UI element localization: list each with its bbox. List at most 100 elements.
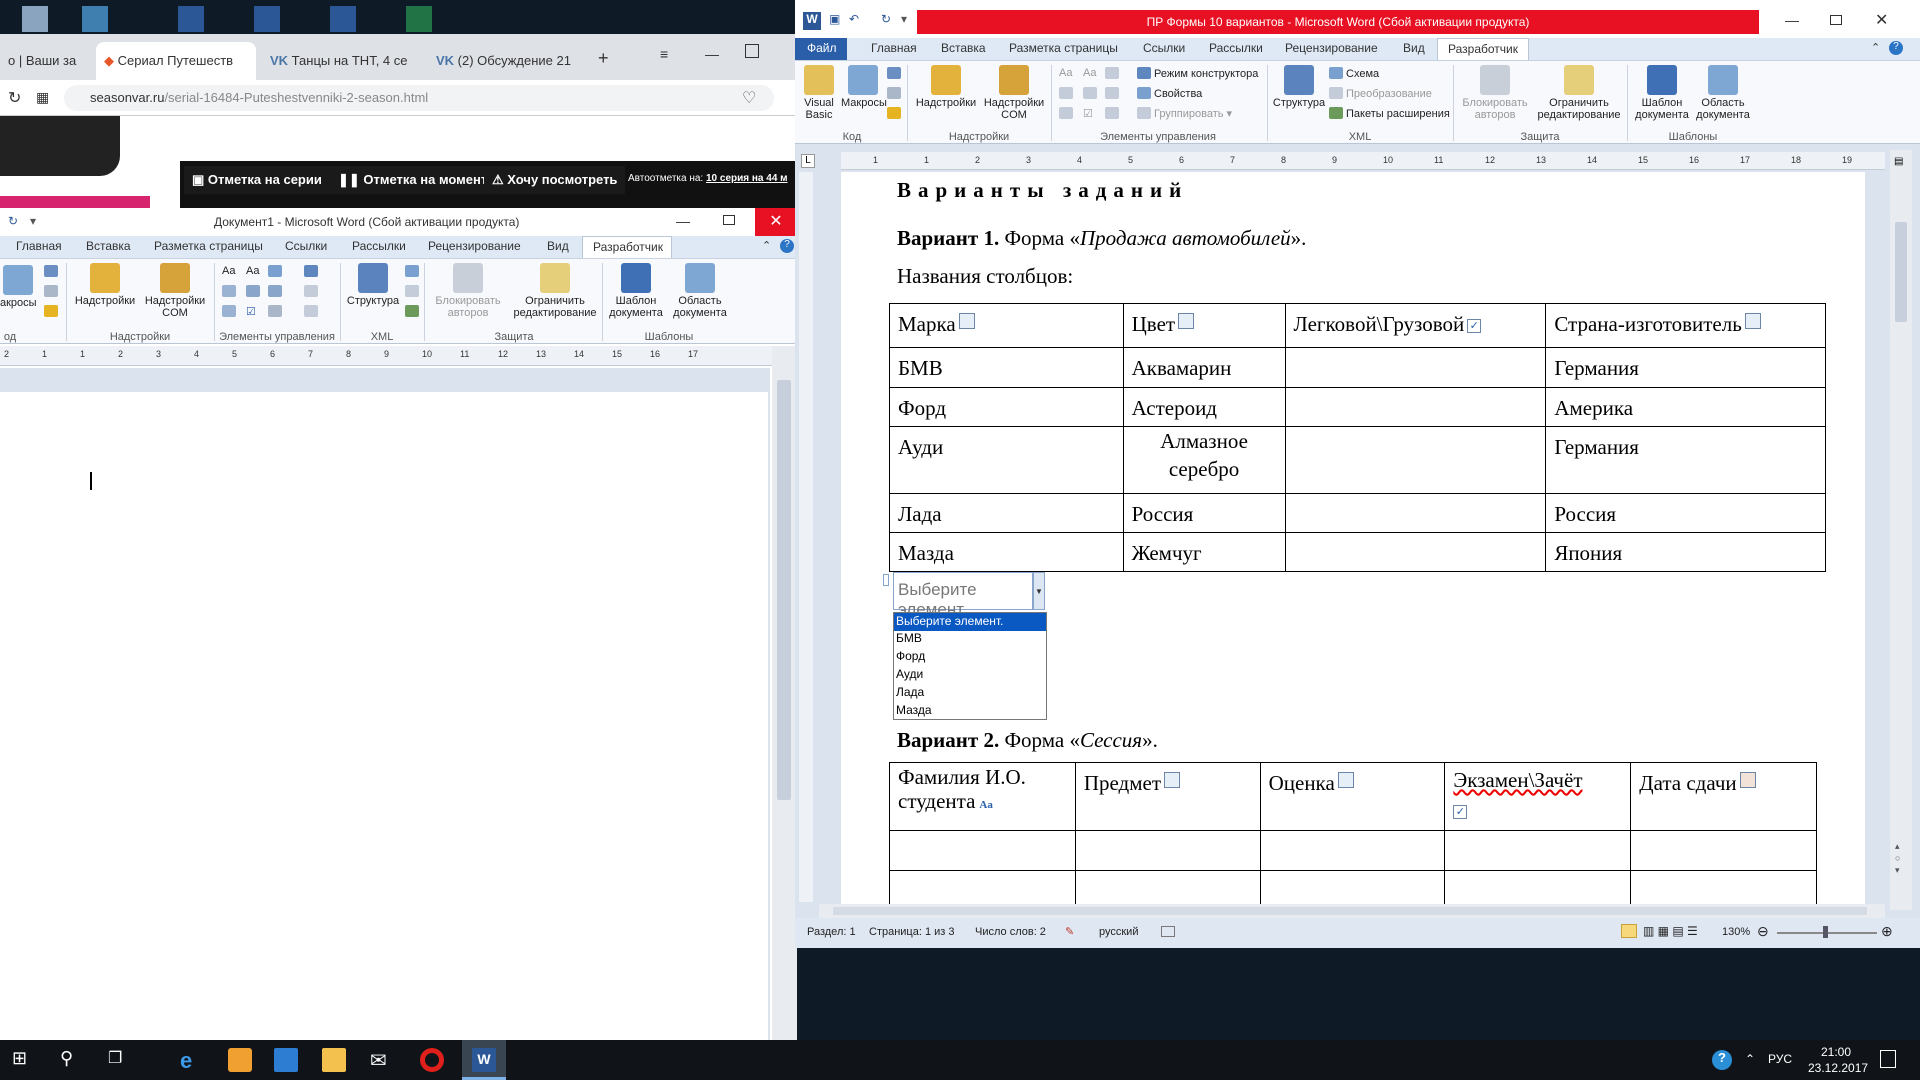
status-language[interactable]: русский: [1099, 926, 1138, 938]
vertical-scrollbar[interactable]: ▤ ▴ ○ ▾: [1890, 150, 1912, 910]
ruler-toggle-icon[interactable]: ▤: [1894, 156, 1903, 167]
table-cell[interactable]: [1074, 830, 1261, 871]
save-icon[interactable]: ▣: [829, 12, 840, 26]
file-explorer-icon[interactable]: [322, 1048, 346, 1072]
zoom-in-icon[interactable]: ⊕: [1881, 923, 1893, 940]
header-cell[interactable]: Легковой\Грузовой ✓: [1284, 303, 1547, 348]
opera-icon[interactable]: [420, 1048, 444, 1072]
table-cell[interactable]: БМВ: [889, 347, 1124, 388]
table-cell[interactable]: [1444, 830, 1632, 871]
block-authors-button[interactable]: Блокировать авторов: [428, 263, 508, 319]
media-player-icon[interactable]: [228, 1048, 252, 1072]
maximize-icon[interactable]: [745, 44, 759, 58]
dropdown-option[interactable]: Ауди: [894, 667, 1046, 685]
date-picker-control-icon[interactable]: [222, 305, 239, 318]
mark-moment-button[interactable]: ❚❚ Отметка на моменте: [330, 166, 503, 194]
table-cell[interactable]: [1074, 870, 1261, 904]
expansion-packs-button[interactable]: Пакеты расширения: [1329, 107, 1450, 120]
minimize-icon[interactable]: —: [1785, 12, 1799, 28]
dropdown-control-icon[interactable]: [958, 313, 975, 329]
block-authors-button[interactable]: Блокировать авторов: [1457, 65, 1533, 121]
browser-tab[interactable]: VK Танцы на ТНТ, 4 се: [262, 42, 422, 80]
header-cell[interactable]: Оценка: [1259, 762, 1446, 831]
tray-expand-icon[interactable]: ⌃: [1745, 1052, 1755, 1066]
help-icon[interactable]: ?: [1889, 41, 1903, 55]
mail-icon[interactable]: ✉: [370, 1048, 394, 1072]
table-cell[interactable]: [1284, 426, 1547, 494]
macros-button[interactable]: Макросы: [841, 65, 887, 109]
addins-button[interactable]: Надстройки: [70, 263, 140, 307]
tab-review[interactable]: Рецензирование: [1285, 41, 1378, 55]
tab-home[interactable]: Главная: [16, 239, 62, 253]
header-cell[interactable]: Фамилия И.О. студента Aa: [889, 762, 1076, 831]
table-cell[interactable]: [1259, 870, 1446, 904]
calendar-icon[interactable]: [1739, 772, 1756, 788]
tab-references[interactable]: Ссылки: [1143, 41, 1185, 55]
transform-icon[interactable]: [405, 285, 422, 298]
addins-button[interactable]: Надстройки: [911, 65, 981, 109]
tab-review[interactable]: Рецензирование: [428, 239, 521, 253]
schema-icon[interactable]: [405, 265, 422, 278]
print-layout-icon[interactable]: [1621, 924, 1637, 938]
dropdown-option[interactable]: Мазда: [894, 703, 1046, 721]
start-windows-icon[interactable]: ⊞: [12, 1048, 36, 1072]
scroll-thumb[interactable]: [777, 380, 791, 800]
new-tab-icon[interactable]: +: [598, 48, 609, 69]
tab-file[interactable]: Файл: [795, 38, 847, 60]
date-picker-control-icon[interactable]: [1059, 107, 1076, 120]
word-taskbar-button[interactable]: W: [462, 1040, 506, 1080]
maximize-icon[interactable]: [723, 215, 735, 225]
macros-button[interactable]: акросы: [0, 265, 37, 309]
tab-references[interactable]: Ссылки: [285, 239, 327, 253]
h-scroll-thumb[interactable]: [833, 907, 1867, 915]
com-addins-button[interactable]: Надстройки COM: [140, 263, 210, 319]
status-page[interactable]: Страница: 1 из 3: [869, 926, 955, 938]
structure-button[interactable]: Структура: [1271, 65, 1327, 109]
mark-episode-button[interactable]: ▣ Отметка на серии: [184, 166, 330, 194]
store-icon[interactable]: [274, 1048, 298, 1072]
search-icon[interactable]: ⚲: [60, 1048, 84, 1072]
dropdown-control-icon[interactable]: [1105, 87, 1122, 100]
table-cell[interactable]: Алмазное серебро: [1122, 426, 1286, 494]
minimize-icon[interactable]: —: [705, 46, 719, 62]
heart-icon[interactable]: ♡: [742, 88, 756, 108]
tab-mailings[interactable]: Рассылки: [1209, 41, 1263, 55]
record-macro-icon[interactable]: [44, 265, 61, 278]
table-cell[interactable]: [1284, 532, 1547, 572]
close-icon[interactable]: ✕: [755, 208, 797, 236]
rich-text-control-icon[interactable]: Aa: [1059, 67, 1072, 79]
browse-object-icons[interactable]: ▴ ○ ▾: [1895, 840, 1900, 876]
status-words[interactable]: Число слов: 2: [975, 926, 1046, 938]
recycle-bin-icon[interactable]: [22, 6, 48, 32]
dropdown-control-icon[interactable]: [1178, 313, 1195, 329]
properties-icon[interactable]: [304, 285, 321, 298]
browser-tab[interactable]: о | Ваши за: [0, 42, 90, 80]
table-cell[interactable]: Россия: [1545, 493, 1826, 533]
scroll-thumb[interactable]: [1895, 222, 1907, 322]
document-template-button[interactable]: Шаблон документа: [606, 263, 666, 319]
properties-button[interactable]: Свойства: [1137, 87, 1202, 100]
legacy-tools-icon[interactable]: [268, 305, 285, 318]
grid-icon[interactable]: ▦: [36, 89, 49, 106]
visual-basic-button[interactable]: Visual Basic: [799, 65, 839, 121]
keyboard-language[interactable]: РУС: [1768, 1052, 1792, 1066]
dropdown-arrow-icon[interactable]: ▼: [1033, 572, 1045, 610]
header-cell[interactable]: Экзамен\Зачёт ✓: [1444, 762, 1632, 831]
combo-box-control-icon[interactable]: [246, 285, 263, 298]
tab-stop-selector[interactable]: L: [801, 154, 815, 168]
checkbox-icon[interactable]: ✓: [1453, 805, 1468, 819]
minimize-icon[interactable]: —: [676, 213, 690, 229]
tab-menu-icon[interactable]: ≡: [660, 46, 668, 62]
table-cell[interactable]: Мазда: [889, 532, 1124, 572]
table-cell[interactable]: [889, 870, 1076, 904]
collapse-ribbon-icon[interactable]: ⌃: [1871, 41, 1880, 54]
picture-control-icon[interactable]: [268, 265, 285, 278]
document-template-button[interactable]: Шаблон документа: [1633, 65, 1691, 121]
picture-control-icon[interactable]: [1105, 67, 1122, 80]
collapse-ribbon-icon[interactable]: ⌃: [762, 239, 771, 252]
qat-menu-icon[interactable]: ▾: [30, 214, 36, 228]
word-file-icon[interactable]: [330, 6, 356, 32]
expansion-packs-icon[interactable]: [405, 305, 422, 318]
word-file-icon[interactable]: [178, 6, 204, 32]
header-cell[interactable]: Предмет: [1074, 762, 1261, 831]
